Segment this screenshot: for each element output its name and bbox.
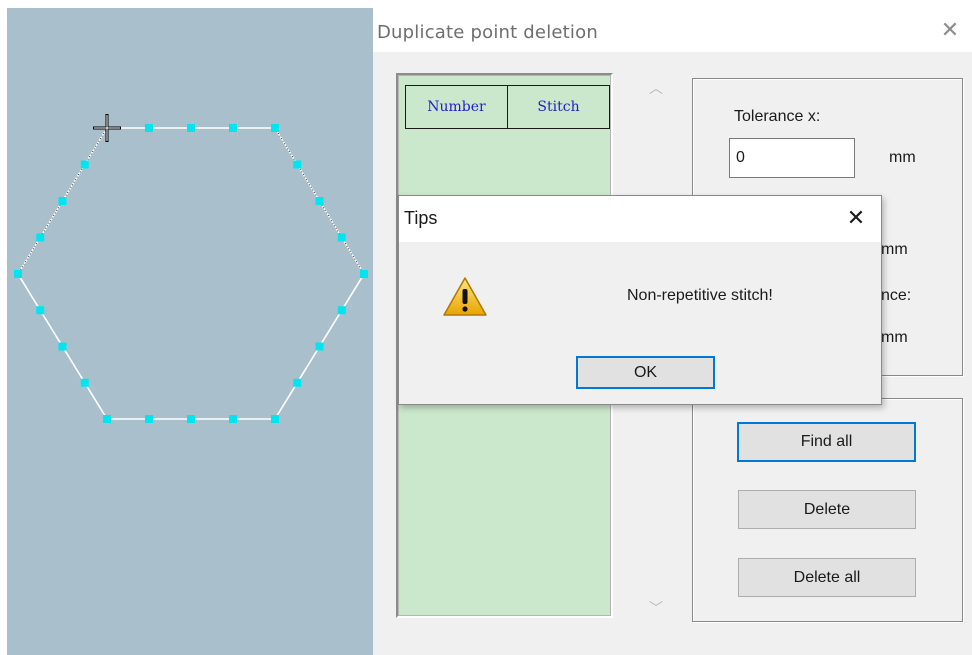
stitch-point[interactable] (337, 306, 346, 315)
ok-button[interactable]: OK (576, 356, 715, 389)
stitch-point[interactable] (145, 124, 153, 132)
find-all-button[interactable]: Find all (737, 422, 916, 462)
stitch-point[interactable] (293, 378, 302, 387)
stitch-point[interactable] (271, 415, 279, 423)
tolerance-distance-label: nce: (881, 287, 912, 304)
stitch-point[interactable] (315, 342, 324, 351)
dialog-titlebar[interactable]: Duplicate point deletion ✕ (373, 8, 972, 52)
stitch-point[interactable] (271, 124, 279, 132)
stitch-points (14, 124, 368, 423)
stitch-point[interactable] (360, 270, 368, 278)
tolerance-distance-unit: mm (881, 329, 908, 346)
dialog-title: Duplicate point deletion (377, 22, 598, 43)
tips-message-box: Tips ✕ Non-repetitive stitch! OK (398, 195, 882, 405)
stitch-point[interactable] (36, 233, 45, 242)
delete-all-button[interactable]: Delete all (738, 558, 916, 597)
stitch-point[interactable] (145, 415, 153, 423)
stitch-point[interactable] (187, 415, 195, 423)
drawing-canvas[interactable] (7, 8, 373, 655)
stitch-point[interactable] (103, 415, 111, 423)
stitch-point[interactable] (187, 124, 195, 132)
tips-titlebar[interactable]: Tips ✕ (399, 196, 881, 242)
stitch-point[interactable] (14, 270, 22, 278)
hexagon-outline (17, 127, 365, 420)
stitch-point[interactable] (315, 197, 324, 205)
tips-message: Non-repetitive stitch! (627, 287, 773, 304)
tolerance-x-unit: mm (889, 149, 916, 166)
chevron-up-icon[interactable]: ︿ (641, 78, 671, 98)
stitch-point[interactable] (293, 160, 302, 169)
delete-button[interactable]: Delete (738, 490, 916, 529)
warning-icon (443, 277, 487, 316)
chevron-down-icon[interactable]: ﹀ (641, 598, 671, 618)
column-header-stitch[interactable]: Stitch (507, 86, 609, 128)
tolerance-x-label: Tolerance x: (734, 108, 821, 125)
crosshair-icon (93, 114, 121, 142)
hexagon-drawing (14, 114, 368, 423)
stitch-point[interactable] (58, 197, 67, 205)
stitch-point[interactable] (36, 306, 45, 315)
stitch-point[interactable] (229, 415, 237, 423)
stitch-point[interactable] (80, 160, 89, 169)
close-icon[interactable]: ✕ (938, 18, 962, 42)
column-header-number[interactable]: Number (406, 86, 507, 128)
list-header: Number Stitch (405, 85, 610, 129)
close-icon[interactable]: ✕ (843, 205, 869, 231)
stitch-point[interactable] (337, 233, 346, 242)
tolerance-x-input[interactable] (729, 138, 855, 178)
stitch-point[interactable] (58, 342, 67, 351)
stitch-point[interactable] (80, 378, 89, 387)
stitch-point[interactable] (229, 124, 237, 132)
tips-title: Tips (404, 208, 438, 228)
tolerance-y-unit: mm (881, 241, 908, 258)
